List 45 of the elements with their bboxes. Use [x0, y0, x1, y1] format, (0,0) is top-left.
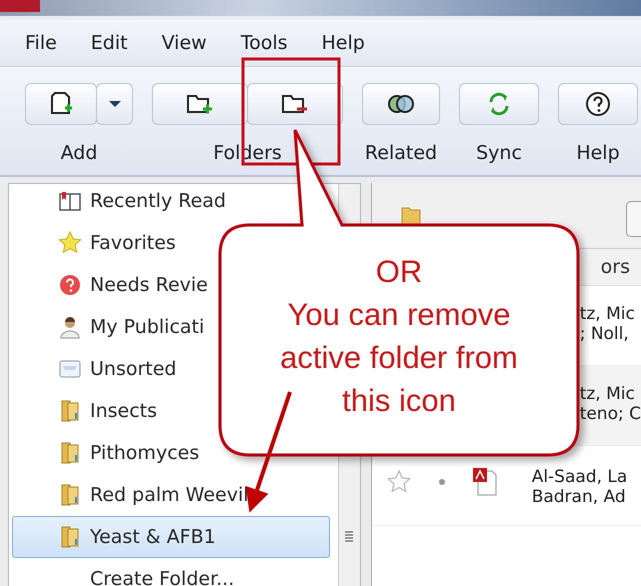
help-icon — [585, 91, 611, 117]
toolbar-label: Add — [60, 142, 98, 164]
pane-button[interactable] — [626, 201, 641, 237]
menu-item[interactable]: Help — [322, 32, 365, 54]
sidebar-item[interactable]: Recently Read — [12, 184, 330, 222]
dot-icon — [438, 478, 446, 486]
toolbar-label: Help — [576, 142, 620, 164]
menu-item[interactable]: View — [162, 32, 207, 54]
menu-item[interactable]: Edit — [90, 32, 128, 54]
author-text: Al-Saad, La — [532, 467, 628, 487]
sidebar-item[interactable]: Create Folder... — [12, 558, 330, 586]
author-text: tz, Mic — [580, 384, 636, 404]
scroll-grip-icon — [344, 530, 354, 542]
toolbar-button[interactable] — [558, 83, 638, 125]
add-document-icon — [49, 91, 73, 117]
author-text: tz, Mic — [580, 304, 635, 324]
app-icon — [0, 0, 40, 12]
column-heading: ors — [600, 256, 630, 278]
menu-item[interactable]: File — [25, 32, 57, 54]
toolbar-button[interactable] — [152, 83, 248, 125]
menu-item[interactable]: Tools — [240, 32, 288, 54]
sidebar-item[interactable]: Red palm Weevil — [12, 474, 330, 516]
dropdown-button[interactable] — [96, 83, 133, 125]
callout-heading: OR — [374, 253, 424, 291]
star-icon — [58, 231, 82, 255]
pdf-document-icon — [472, 467, 498, 497]
sidebar-item[interactable]: Yeast & AFB1 — [12, 516, 330, 558]
toolbar-label: Related — [364, 142, 438, 164]
caret-icon — [108, 100, 122, 108]
overlapping-circles-icon — [386, 94, 416, 114]
author-text: ; Noll, — [580, 324, 630, 344]
remove-folder-icon — [281, 93, 309, 115]
person-icon — [58, 315, 82, 339]
star-outline-icon — [386, 469, 412, 495]
author-text: teno; C — [580, 404, 641, 424]
author-text: Badran, Ad — [532, 487, 627, 507]
toolbar-label: Sync — [476, 142, 522, 164]
book-icon — [58, 189, 82, 213]
toolbar-button[interactable] — [247, 83, 343, 125]
toolbar-button[interactable] — [25, 83, 97, 125]
sidebar-item[interactable]: Pithomyces — [12, 432, 330, 474]
sidebar-item[interactable]: Favorites — [12, 222, 330, 264]
question-icon — [58, 273, 82, 297]
add-folder-icon — [186, 93, 214, 115]
toolbar-button[interactable] — [362, 83, 440, 125]
